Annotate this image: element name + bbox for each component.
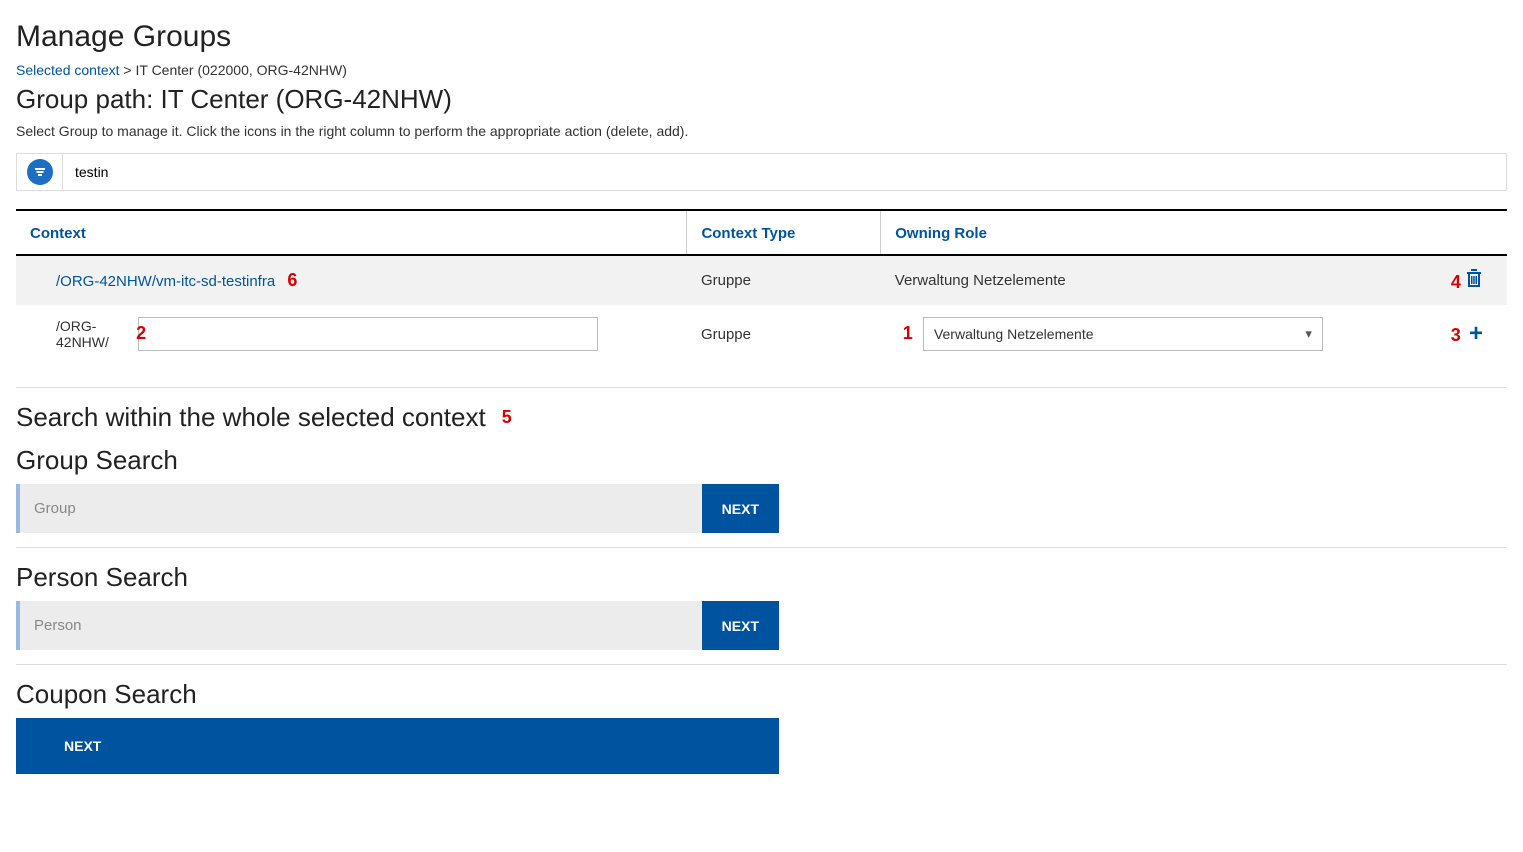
person-search-input[interactable] <box>20 601 702 650</box>
new-group-name-input[interactable] <box>138 317 598 351</box>
page-title: Manage Groups <box>16 20 1507 54</box>
new-group-prefix: /ORG-42NHW/ <box>56 318 134 350</box>
delete-button[interactable] <box>1465 268 1483 288</box>
person-search-block: NEXT <box>16 601 779 650</box>
plus-icon: + <box>1469 322 1483 346</box>
group-search-block: NEXT <box>16 484 779 533</box>
th-context[interactable]: Context <box>16 210 687 255</box>
filter-row <box>16 153 1507 191</box>
breadcrumb: Selected context > IT Center (022000, OR… <box>16 62 1507 78</box>
th-context-type[interactable]: Context Type <box>687 210 881 255</box>
help-text: Select Group to manage it. Click the ico… <box>16 123 1507 139</box>
context-link[interactable]: /ORG-42NHW/vm-itc-sd-testinfra <box>56 273 275 290</box>
person-search-heading: Person Search <box>16 562 1507 593</box>
annotation-marker-4: 4 <box>1451 272 1461 292</box>
annotation-marker-5: 5 <box>502 407 512 428</box>
filter-icon-button[interactable] <box>17 154 63 190</box>
search-section-heading: Search within the whole selected context <box>16 402 486 433</box>
annotation-marker-3: 3 <box>1451 325 1461 345</box>
group-search-next-button[interactable]: NEXT <box>702 484 779 533</box>
add-button[interactable]: + <box>1465 322 1483 346</box>
breadcrumb-separator: > <box>123 62 131 78</box>
filter-input[interactable] <box>63 154 1506 190</box>
coupon-next-button[interactable]: NEXT <box>16 718 779 774</box>
divider <box>16 387 1507 388</box>
selected-context-link[interactable]: Selected context <box>16 62 120 78</box>
table-row-add: /ORG-42NHW/ 2 Gruppe 1 Verwaltung Netzel… <box>16 305 1507 363</box>
context-type-cell: Gruppe <box>687 255 881 305</box>
annotation-marker-2: 2 <box>136 323 146 344</box>
th-owning-role[interactable]: Owning Role <box>881 210 1507 255</box>
divider <box>16 547 1507 548</box>
group-search-heading: Group Search <box>16 445 1507 476</box>
owning-role-cell: Verwaltung Netzelemente <box>881 255 1427 305</box>
table-row: /ORG-42NHW/vm-itc-sd-testinfra 6 Gruppe … <box>16 255 1507 305</box>
annotation-marker-6: 6 <box>287 270 297 290</box>
group-search-input[interactable] <box>20 484 702 533</box>
owning-role-selected: Verwaltung Netzelemente <box>934 326 1305 342</box>
coupon-search-heading: Coupon Search <box>16 679 1507 710</box>
context-table: Context Context Type Owning Role /ORG-42… <box>16 209 1507 363</box>
context-type-cell: Gruppe <box>687 305 881 363</box>
chevron-down-icon: ▾ <box>1305 326 1312 342</box>
owning-role-select[interactable]: Verwaltung Netzelemente ▾ <box>923 317 1323 351</box>
divider <box>16 664 1507 665</box>
annotation-marker-1: 1 <box>903 323 913 343</box>
person-search-next-button[interactable]: NEXT <box>702 601 779 650</box>
filter-icon <box>27 159 53 185</box>
group-path-title: Group path: IT Center (ORG-42NHW) <box>16 84 1507 115</box>
trash-icon <box>1465 268 1483 288</box>
coupon-search-block: NEXT <box>16 718 779 774</box>
breadcrumb-current: IT Center (022000, ORG-42NHW) <box>135 62 346 78</box>
